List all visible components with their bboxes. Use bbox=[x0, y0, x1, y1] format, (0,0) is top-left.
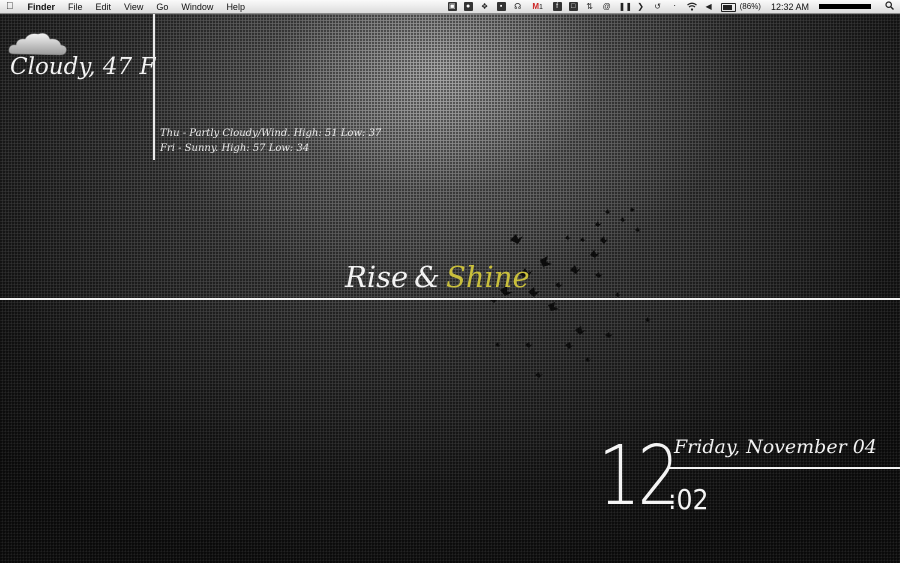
user-name-redacted[interactable] bbox=[819, 4, 871, 9]
box-icon[interactable]: ▪ bbox=[496, 2, 506, 11]
battery-percent[interactable]: (86%) bbox=[740, 2, 761, 11]
menu-window[interactable]: Window bbox=[181, 2, 213, 12]
pause-icon[interactable]: ❚❚ bbox=[619, 2, 632, 12]
battery-icon[interactable] bbox=[720, 2, 736, 12]
weather-forecast: Thu - Partly Cloudy/Wind. High: 51 Low: … bbox=[160, 126, 381, 156]
arrow-icon[interactable]: ❯ bbox=[636, 2, 646, 12]
menu-file[interactable]: File bbox=[68, 2, 83, 12]
window-icon[interactable]: □ bbox=[568, 2, 578, 11]
gmail-icon[interactable]: M1 bbox=[530, 2, 546, 12]
menu-bar:  Finder File Edit View Go Window Help ▣… bbox=[0, 0, 900, 14]
horizontal-rule bbox=[0, 298, 900, 300]
wifi-icon[interactable] bbox=[686, 2, 697, 12]
apple-menu-icon[interactable]:  bbox=[6, 0, 14, 13]
volume-icon[interactable]: ◀ bbox=[704, 2, 714, 12]
gmail-count: 1 bbox=[539, 3, 543, 11]
menu-clock[interactable]: 12:32 AM bbox=[771, 2, 809, 12]
clock-divider bbox=[668, 467, 900, 469]
tagline-rise: Rise bbox=[345, 260, 409, 294]
menu-help[interactable]: Help bbox=[226, 2, 245, 12]
spotlight-icon[interactable] bbox=[885, 1, 894, 12]
sync-icon[interactable]: ⇅ bbox=[585, 2, 595, 12]
headphones-icon[interactable]: ☊ bbox=[513, 2, 523, 12]
at-icon[interactable]: @ bbox=[602, 2, 612, 12]
clock-date: Friday, November 04 bbox=[674, 436, 877, 458]
clock-hour: 12 bbox=[598, 429, 680, 524]
menu-go[interactable]: Go bbox=[156, 2, 168, 12]
weather-divider bbox=[153, 14, 155, 160]
tagline-shine: Shine bbox=[445, 260, 530, 294]
rise-and-shine-tagline: Rise & Shine bbox=[345, 260, 530, 294]
flying-birds-graphic bbox=[490, 207, 651, 378]
menu-edit[interactable]: Edit bbox=[96, 2, 112, 12]
tagline-ampersand: & bbox=[414, 260, 440, 294]
dropbox-icon[interactable]: ❖ bbox=[480, 2, 490, 12]
facebook-icon[interactable]: f bbox=[552, 2, 562, 11]
screen-icon[interactable]: ▣ bbox=[447, 2, 457, 11]
evernote-icon[interactable]: ● bbox=[463, 2, 473, 11]
current-weather: Cloudy, 47 F bbox=[10, 54, 156, 80]
forecast-thu: Thu - Partly Cloudy/Wind. High: 51 Low: … bbox=[160, 128, 382, 139]
menu-view[interactable]: View bbox=[124, 2, 143, 12]
menu-app-name[interactable]: Finder bbox=[28, 2, 56, 12]
forecast-fri: Fri - Sunny. High: 57 Low: 34 bbox=[160, 143, 310, 154]
clock-minute: :02 bbox=[668, 483, 709, 516]
time-machine-icon[interactable]: ↺ bbox=[653, 2, 663, 12]
bluetooth-icon[interactable]: ᛫ bbox=[670, 2, 680, 12]
desktop[interactable]:  Finder File Edit View Go Window Help ▣… bbox=[0, 0, 900, 563]
